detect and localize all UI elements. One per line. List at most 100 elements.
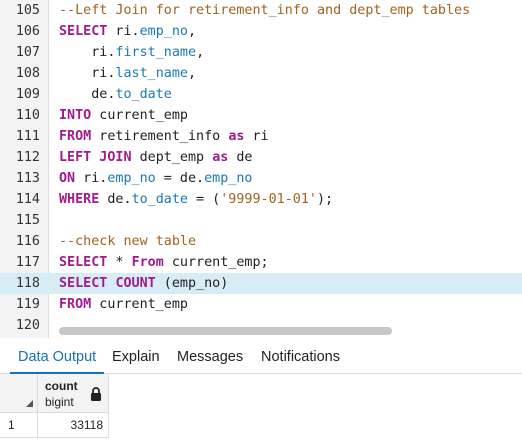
line-number: 113 (15, 171, 40, 186)
column-type: bigint (45, 395, 74, 409)
lock-icon (91, 387, 101, 401)
line-number: 117 (15, 255, 40, 270)
code-line[interactable]: 117 SELECT * From current_emp; (0, 252, 522, 273)
sql-text: de. (99, 192, 132, 207)
tab-messages[interactable]: Messages (177, 340, 243, 373)
sql-field: emp_no (107, 171, 156, 186)
code-text: --Left Join for retirement_info and dept… (59, 0, 470, 21)
sql-text: , (196, 45, 205, 60)
sql-text: ri. (107, 24, 140, 39)
line-number: 120 (15, 318, 40, 333)
code-line[interactable]: 119 FROM current_emp (0, 294, 522, 315)
code-text: LEFT JOIN dept_emp as de (59, 147, 253, 168)
code-line[interactable]: 106 SELECT ri.emp_no, (0, 21, 522, 42)
code-text: ri.last_name, (59, 63, 196, 84)
sql-keyword: FROM (59, 129, 92, 144)
sql-field: first_name (115, 45, 197, 60)
code-text: ri.first_name, (59, 42, 204, 63)
sql-field: to_date (131, 192, 188, 207)
sql-text: (emp_no) (155, 276, 229, 291)
sql-keyword: LEFT JOIN (59, 150, 132, 165)
data-output-grid: count bigint 1 33118 (0, 374, 522, 441)
code-text: SELECT COUNT (emp_no) (59, 273, 228, 294)
line-number: 109 (15, 87, 40, 102)
code-line[interactable]: 115 (0, 210, 522, 231)
line-number: 106 (15, 24, 40, 39)
line-number: 110 (15, 108, 40, 123)
sql-keyword: WHERE (59, 192, 100, 207)
sql-text: dept_emp (131, 150, 213, 165)
row-number[interactable]: 1 (0, 413, 38, 438)
sql-text: retirement_info (91, 129, 229, 144)
sql-text: current_emp (91, 297, 188, 312)
sql-keyword: as (228, 129, 245, 144)
line-number: 112 (15, 150, 40, 165)
sql-text: ri. (75, 171, 108, 186)
line-number: 114 (15, 192, 40, 207)
code-line[interactable]: 111 FROM retirement_info as ri (0, 126, 522, 147)
sql-text: ri. (59, 66, 116, 81)
code-text: de.to_date (59, 84, 172, 105)
tab-explain[interactable]: Explain (112, 340, 160, 373)
sql-text: , (188, 66, 197, 81)
code-line[interactable]: 118 SELECT COUNT (emp_no) (0, 273, 522, 294)
line-number: 105 (15, 3, 40, 18)
code-text: INTO current_emp (59, 105, 188, 126)
sql-text: ); (317, 192, 334, 207)
grid-corner-header[interactable] (0, 374, 38, 413)
sql-editor[interactable]: 105 --Left Join for retirement_info and d… (0, 0, 522, 338)
sql-keyword: SELECT (59, 24, 108, 39)
sql-text: * (107, 255, 132, 270)
sql-string: '9999-01-01' (220, 192, 317, 207)
sql-keyword: FROM (59, 297, 92, 312)
code-line[interactable]: 110 INTO current_emp (0, 105, 522, 126)
code-text: --check new table (59, 231, 196, 252)
sql-keyword: SELECT (59, 255, 108, 270)
sql-field: emp_no (204, 171, 253, 186)
line-number: 119 (15, 297, 40, 312)
sql-text: ri. (59, 45, 116, 60)
column-header-count[interactable]: count bigint (38, 374, 109, 413)
sql-text: de (228, 150, 253, 165)
code-text: FROM current_emp (59, 294, 188, 315)
sql-field: emp_no (139, 24, 188, 39)
grid-cell-count[interactable]: 33118 (38, 413, 109, 438)
code-line[interactable]: 107 ri.first_name, (0, 42, 522, 63)
code-text: FROM retirement_info as ri (59, 126, 269, 147)
code-line[interactable]: 113 ON ri.emp_no = de.emp_no (0, 168, 522, 189)
code-line[interactable]: 105 --Left Join for retirement_info and d… (0, 0, 522, 21)
code-line[interactable]: 108 ri.last_name, (0, 63, 522, 84)
code-line[interactable]: 114 WHERE de.to_date = ('9999-01-01'); (0, 189, 522, 210)
sql-keyword: From (131, 255, 164, 270)
sql-text: current_emp; (163, 255, 269, 270)
sql-comment: --Left Join for retirement_info and dept… (59, 3, 471, 18)
column-name: count (45, 379, 78, 393)
horizontal-scrollbar[interactable] (59, 327, 392, 335)
sql-text: = ( (188, 192, 221, 207)
sql-text: ri (244, 129, 269, 144)
line-number: 111 (15, 129, 40, 144)
sql-keyword: COUNT (115, 276, 156, 291)
sql-comment: --check new table (59, 234, 197, 249)
select-all-triangle-icon[interactable] (26, 400, 33, 407)
line-number: 118 (15, 276, 40, 291)
tab-notifications[interactable]: Notifications (261, 340, 340, 373)
line-number: 116 (15, 234, 40, 249)
code-line[interactable]: 112 LEFT JOIN dept_emp as de (0, 147, 522, 168)
sql-keyword: INTO (59, 108, 92, 123)
line-number: 107 (15, 45, 40, 60)
sql-text: = de. (155, 171, 205, 186)
sql-text: , (188, 24, 197, 39)
sql-text: current_emp (91, 108, 188, 123)
code-line[interactable]: 116 --check new table (0, 231, 522, 252)
sql-keyword: as (212, 150, 229, 165)
code-text: SELECT * From current_emp; (59, 252, 269, 273)
line-number: 115 (15, 213, 40, 228)
sql-field: to_date (115, 87, 172, 102)
sql-field: last_name (115, 66, 188, 81)
code-line[interactable]: 109 de.to_date (0, 84, 522, 105)
tab-data-output[interactable]: Data Output (9, 340, 105, 374)
line-number: 108 (15, 66, 40, 81)
sql-keyword: SELECT (59, 276, 108, 291)
code-text: ON ri.emp_no = de.emp_no (59, 168, 253, 189)
